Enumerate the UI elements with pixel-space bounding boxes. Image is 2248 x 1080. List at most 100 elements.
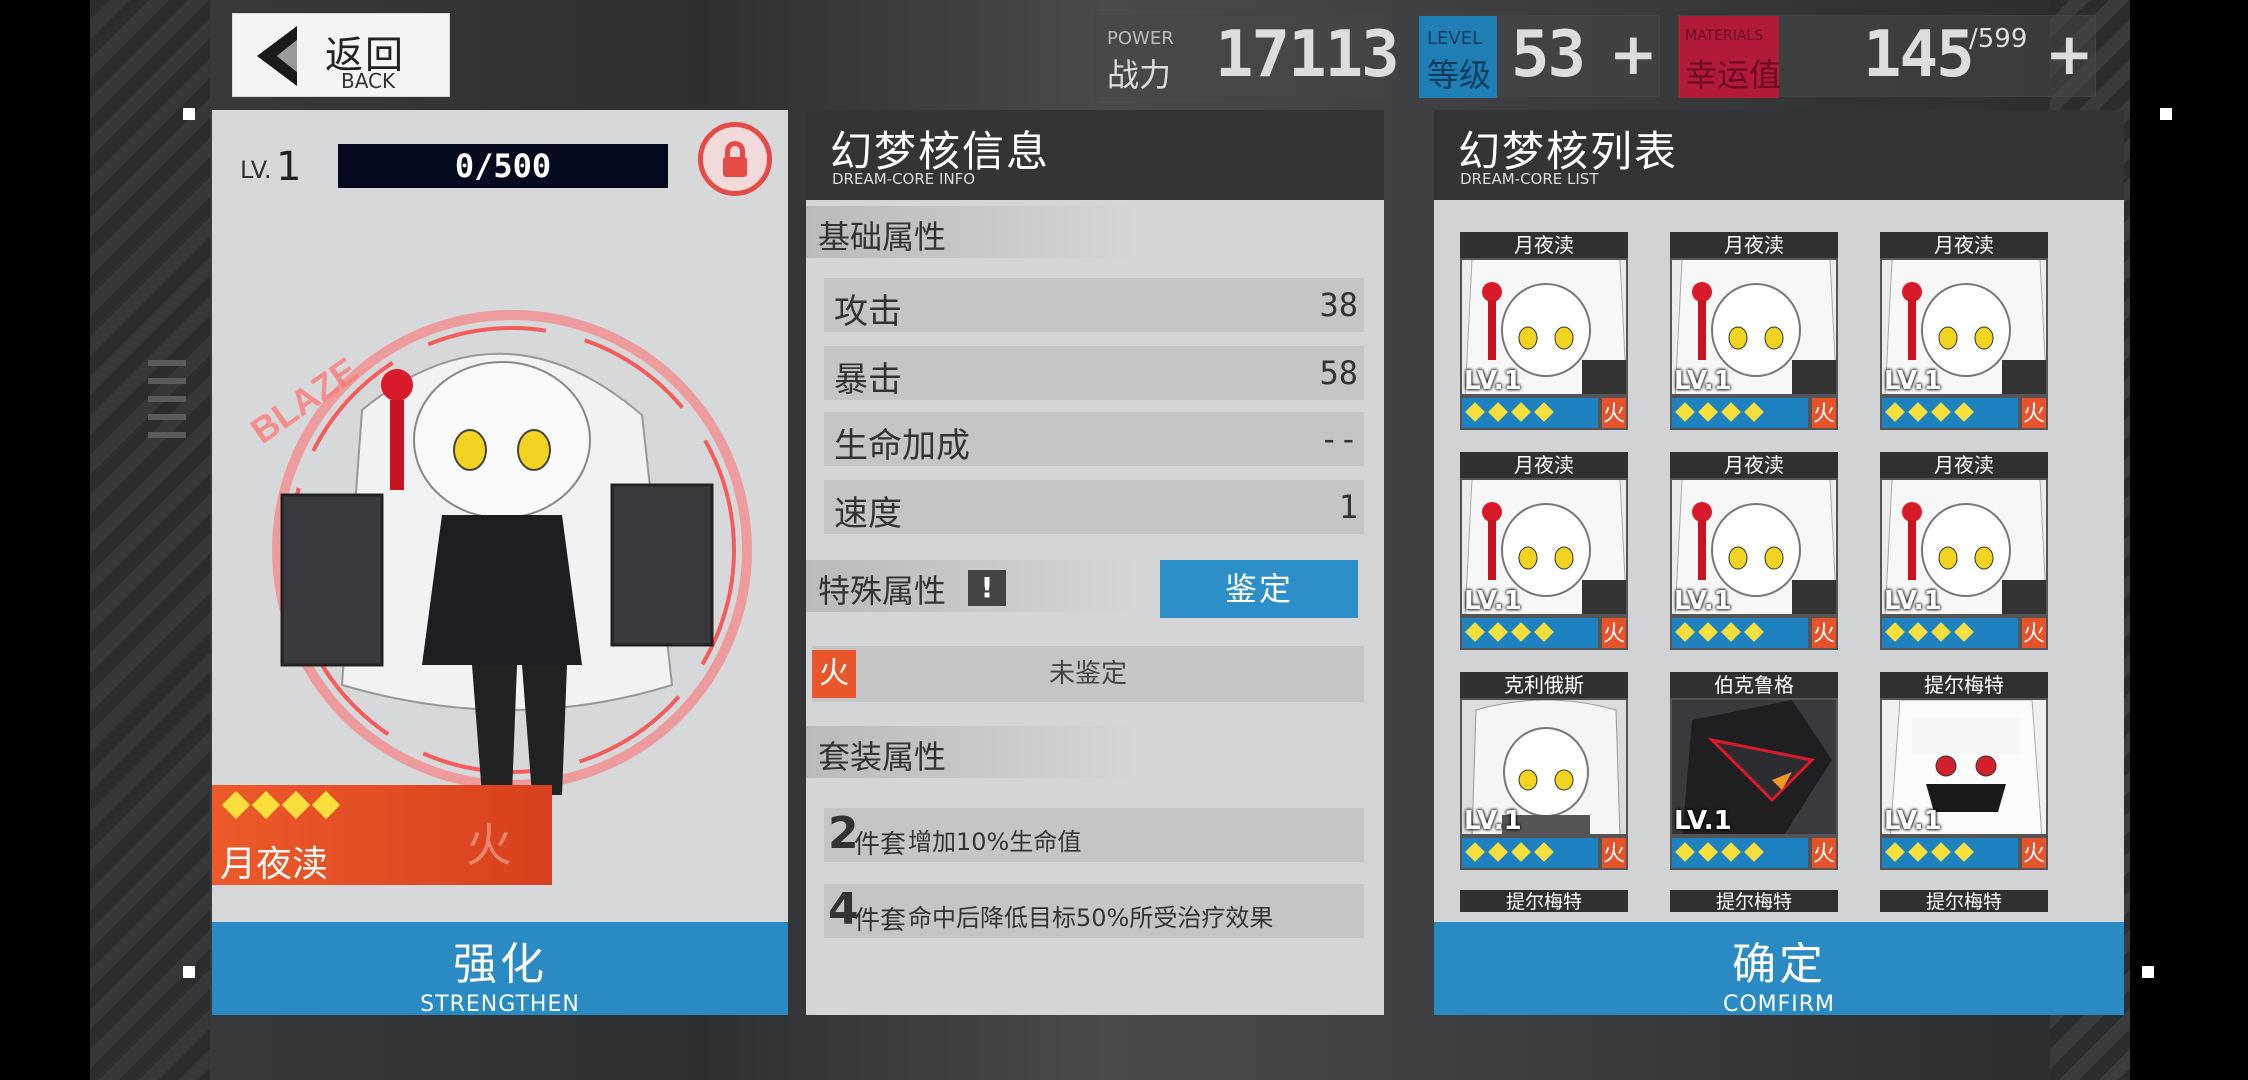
power-value: 17113 xyxy=(1215,18,1400,92)
list-title-en: DREAM-CORE LIST xyxy=(1460,170,1599,188)
level-plus-button[interactable]: + xyxy=(1609,20,1658,88)
dream-core-card[interactable]: 克利俄斯 LV.1 火 xyxy=(1460,672,1628,872)
card-name: 月夜渎 xyxy=(1460,232,1628,258)
card-level: LV.1 xyxy=(1464,806,1522,836)
dream-core-card[interactable]: 月夜渎 LV.1 火 xyxy=(1460,452,1628,652)
character-name: 月夜渎 xyxy=(220,844,329,885)
fire-element-icon: 火 xyxy=(1600,836,1628,870)
card-name: 月夜渎 xyxy=(1670,232,1838,258)
dream-core-card[interactable]: 月夜渎 LV.1 火 xyxy=(1880,232,2048,432)
info-icon[interactable]: ! xyxy=(968,570,1006,606)
card-portrait: LV.1 xyxy=(1880,698,2048,836)
corner-marker xyxy=(2160,108,2172,120)
dream-core-card[interactable]: 月夜渎 LV.1 火 xyxy=(1670,232,1838,432)
attribute-name: 生命加成 xyxy=(834,426,970,466)
card-portrait: LV.1 xyxy=(1880,258,2048,396)
fire-element-icon: 火 xyxy=(2020,616,2048,650)
lock-button[interactable] xyxy=(698,122,772,196)
card-rarity-bar xyxy=(1880,396,2020,430)
materials-label: 幸运值 xyxy=(1685,56,1782,94)
card-name: 伯克鲁格 xyxy=(1670,672,1838,698)
attribute-row: 暴击 58 xyxy=(824,346,1364,400)
back-button[interactable]: 返回 BACK xyxy=(232,13,450,97)
card-portrait: LV.1 xyxy=(1670,698,1838,836)
card-level: LV.1 xyxy=(1674,366,1732,396)
card-name: 月夜渎 xyxy=(1670,452,1838,478)
card-portrait: LV.1 xyxy=(1460,478,1628,616)
strengthen-button[interactable]: 强化 STRENGTHEN xyxy=(212,922,788,1017)
rarity-gems xyxy=(1675,842,1770,863)
card-rarity-bar xyxy=(1880,616,2020,650)
attribute-value: 58 xyxy=(1319,354,1358,392)
card-portrait: LV.1 xyxy=(1670,478,1838,616)
exp-bar: 0/500 xyxy=(338,144,668,188)
card-level: LV.1 xyxy=(1464,586,1522,616)
card-level: LV.1 xyxy=(1884,586,1942,616)
attribute-name: 攻击 xyxy=(834,292,902,332)
appraise-button[interactable]: 鉴定 xyxy=(1160,560,1358,618)
strengthen-label: 强化 xyxy=(453,939,547,990)
card-level: LV.1 xyxy=(1884,366,1942,396)
corner-marker xyxy=(183,108,195,120)
dream-core-card[interactable]: 提尔梅特 LV.1 火 xyxy=(1880,672,2048,872)
card-name-partial[interactable]: 提尔梅特 xyxy=(1880,890,2048,912)
level-label: 等级 xyxy=(1427,56,1492,94)
dream-core-card[interactable]: 伯克鲁格 LV.1 火 xyxy=(1670,672,1838,872)
card-level: LV.1 xyxy=(1884,806,1942,836)
confirm-button[interactable]: 确定 COMFIRM xyxy=(1434,922,2124,1017)
card-portrait: LV.1 xyxy=(1670,258,1838,396)
background-hatch-decoration xyxy=(148,360,186,480)
card-portrait: LV.1 xyxy=(1460,258,1628,396)
attribute-value: 38 xyxy=(1319,286,1358,324)
rarity-gems xyxy=(1675,622,1770,643)
info-title-en: DREAM-CORE INFO xyxy=(832,170,976,188)
fire-element-icon: 火 xyxy=(1810,616,1838,650)
dream-core-info-panel: 幻梦核信息 DREAM-CORE INFO 基础属性 攻击 38 暴击 58 生… xyxy=(806,110,1384,1015)
corner-marker xyxy=(183,966,195,978)
attribute-row: 攻击 38 xyxy=(824,278,1364,332)
set-description: 命中后降低目标50%所受治疗效果 xyxy=(908,904,1274,932)
card-name: 提尔梅特 xyxy=(1880,672,2048,698)
background-stripes-left xyxy=(90,0,210,1080)
confirm-label: 确定 xyxy=(1732,939,1826,990)
set-bonus-row: 4 件套 命中后降低目标50%所受治疗效果 xyxy=(824,884,1364,938)
fire-element-icon: 火 xyxy=(2020,396,2048,430)
element-watermark: 火 xyxy=(466,818,512,872)
card-name-partial[interactable]: 提尔梅特 xyxy=(1460,890,1628,912)
materials-plus-button[interactable]: + xyxy=(2045,20,2094,88)
card-rarity-bar xyxy=(1670,396,1810,430)
rarity-gems xyxy=(1885,622,1980,643)
card-name: 月夜渎 xyxy=(1880,232,2048,258)
attribute-value: -- xyxy=(1319,420,1358,458)
level-value: 53 xyxy=(1511,18,1586,92)
power-display: POWER 战力 17113 xyxy=(1094,15,1400,97)
card-rarity-bar xyxy=(1460,616,1600,650)
materials-max: /599 xyxy=(1969,24,2028,54)
card-level: LV.1 xyxy=(1674,586,1732,616)
level-display: LEVEL 等级 53 + xyxy=(1418,15,1660,98)
fire-element-icon: 火 xyxy=(1600,396,1628,430)
card-name-partial[interactable]: 提尔梅特 xyxy=(1670,890,1838,912)
dream-core-card[interactable]: 月夜渎 LV.1 火 xyxy=(1460,232,1628,432)
dream-core-list-panel: 幻梦核列表 DREAM-CORE LIST 月夜渎 LV.1 火月夜渎 LV.1 火月夜… xyxy=(1434,110,2124,1017)
dream-core-card[interactable]: 月夜渎 LV.1 火 xyxy=(1670,452,1838,652)
card-rarity-bar xyxy=(1670,616,1810,650)
dream-core-card[interactable]: 月夜渎 LV.1 火 xyxy=(1880,452,2048,652)
card-rarity-bar xyxy=(1880,836,2020,870)
set-bonus-row: 2 件套 增加10%生命值 xyxy=(824,808,1364,862)
attribute-value: 1 xyxy=(1338,488,1358,526)
card-portrait: LV.1 xyxy=(1460,698,1628,836)
fire-element-icon: 火 xyxy=(1810,836,1838,870)
set-unit: 件套 xyxy=(854,830,907,860)
appraisal-status: 未鉴定 xyxy=(1048,659,1127,689)
level-label-en: LEVEL xyxy=(1427,28,1483,49)
fire-element-icon: 火 xyxy=(1810,396,1838,430)
set-description: 增加10%生命值 xyxy=(908,828,1082,856)
corner-marker xyxy=(2142,966,2154,978)
confirm-label-en: COMFIRM xyxy=(1722,992,1836,1017)
fire-element-icon: 火 xyxy=(812,650,856,698)
rarity-gems xyxy=(1465,842,1560,863)
back-arrow-icon xyxy=(257,26,297,86)
rarity-gems xyxy=(221,790,346,820)
list-header: 幻梦核列表 DREAM-CORE LIST xyxy=(1434,110,2124,200)
